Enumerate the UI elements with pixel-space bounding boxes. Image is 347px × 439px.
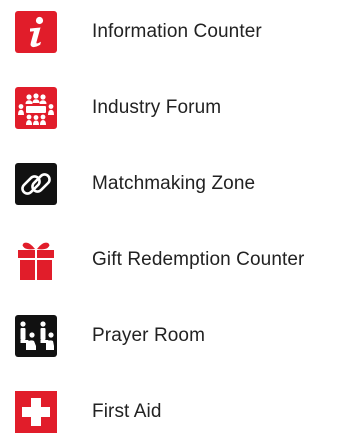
first-aid-cross-icon	[15, 391, 57, 433]
chain-link-icon	[15, 163, 57, 205]
legend-label: Prayer Room	[92, 325, 206, 346]
legend-label: Industry Forum	[92, 97, 222, 118]
legend-item-gift: Gift Redemption Counter	[0, 233, 347, 287]
legend-label: Information Counter	[92, 21, 262, 42]
legend-item-firstaid: First Aid	[0, 385, 347, 439]
legend-item-forum: Industry Forum	[0, 81, 347, 135]
legend-item-prayer: Prayer Room	[0, 309, 347, 363]
conference-table-icon	[15, 87, 57, 129]
legend-label: Matchmaking Zone	[92, 173, 256, 194]
facility-legend: Information Counter Industry Forum Match…	[0, 0, 347, 433]
legend-item-matchmaking: Matchmaking Zone	[0, 157, 347, 211]
legend-item-information: Information Counter	[0, 5, 347, 59]
gift-box-icon	[15, 239, 57, 281]
legend-label: First Aid	[92, 401, 162, 422]
prayer-icon	[15, 315, 57, 357]
legend-label: Gift Redemption Counter	[92, 249, 305, 270]
info-icon	[15, 11, 57, 53]
